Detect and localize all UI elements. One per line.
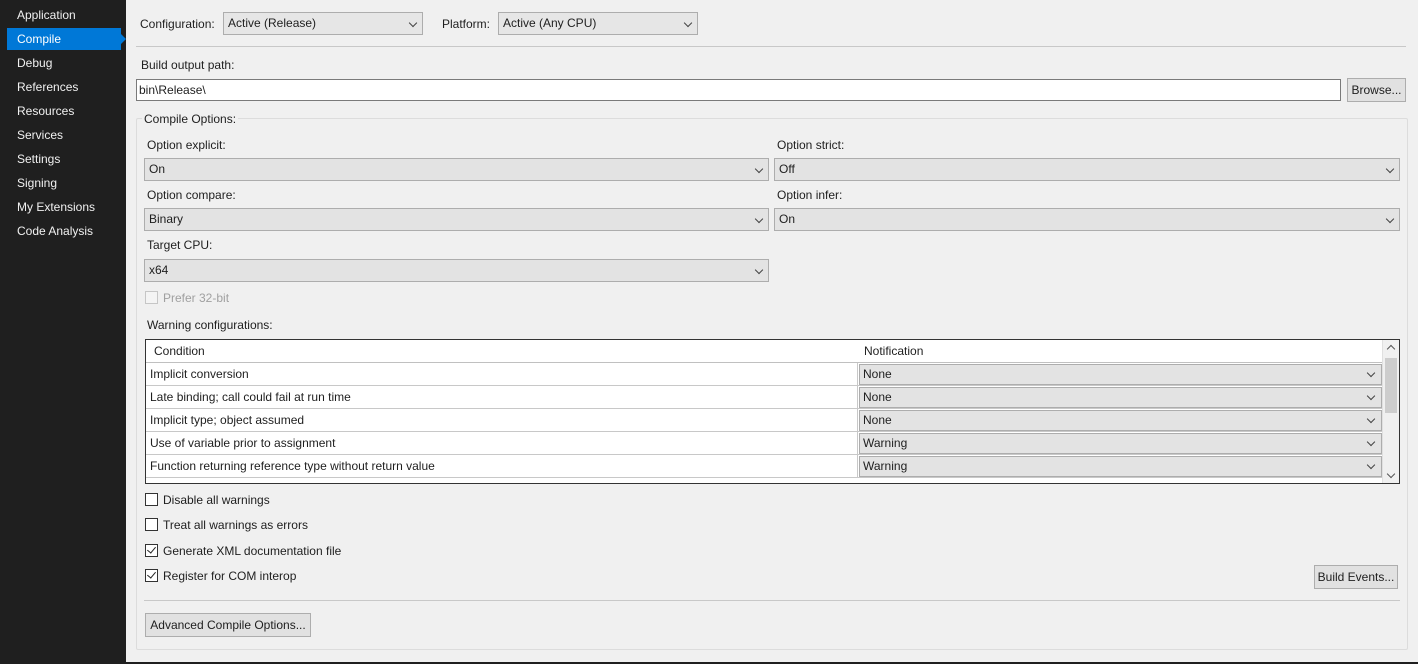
option-infer-select[interactable]: On bbox=[774, 208, 1400, 231]
option-explicit-select[interactable]: On bbox=[144, 158, 769, 181]
option-strict-label: Option strict: bbox=[777, 138, 845, 152]
option-strict-value: Off bbox=[779, 162, 795, 176]
notification-select[interactable]: Warning bbox=[859, 456, 1382, 477]
scroll-down-icon[interactable] bbox=[1386, 469, 1396, 479]
prefer-32bit-checkbox[interactable] bbox=[145, 291, 158, 304]
warnings-grid: Condition Notification Implicit conversi… bbox=[145, 339, 1400, 484]
option-infer-label: Option infer: bbox=[777, 188, 843, 202]
option-explicit-label: Option explicit: bbox=[147, 138, 226, 152]
table-row: Use of variable prior to assignment Warn… bbox=[146, 432, 1382, 455]
build-output-input[interactable]: bin\Release\ bbox=[136, 79, 1341, 101]
notification-value: None bbox=[863, 390, 892, 404]
compile-page: Configuration: Active (Release) Platform… bbox=[126, 0, 1418, 662]
option-strict-select[interactable]: Off bbox=[774, 158, 1400, 181]
header-divider bbox=[136, 46, 1406, 47]
chevron-down-icon bbox=[754, 214, 764, 224]
chevron-down-icon bbox=[754, 265, 764, 275]
configuration-select[interactable]: Active (Release) bbox=[223, 12, 423, 35]
condition-cell: Implicit type; object assumed bbox=[146, 409, 858, 431]
notification-value: Warning bbox=[863, 436, 908, 450]
condition-cell: Implicit conversion bbox=[146, 363, 858, 385]
grid-vertical-scrollbar[interactable] bbox=[1382, 340, 1399, 483]
sidebar-item-code-analysis[interactable]: Code Analysis bbox=[7, 220, 121, 242]
prefer-32bit-label: Prefer 32-bit bbox=[163, 291, 230, 305]
notification-value: None bbox=[863, 413, 892, 427]
target-cpu-select[interactable]: x64 bbox=[144, 259, 769, 282]
chevron-down-icon bbox=[1385, 214, 1395, 224]
option-infer-value: On bbox=[779, 212, 796, 226]
notification-select[interactable]: None bbox=[859, 364, 1382, 385]
notification-value: Warning bbox=[863, 459, 908, 473]
build-output-label: Build output path: bbox=[141, 58, 235, 72]
chevron-down-icon bbox=[1385, 164, 1395, 174]
chevron-down-icon bbox=[1366, 391, 1376, 401]
sidebar-item-services[interactable]: Services bbox=[7, 124, 121, 146]
sidebar-item-my-extensions[interactable]: My Extensions bbox=[7, 196, 121, 218]
column-header-notification[interactable]: Notification bbox=[856, 340, 923, 362]
sidebar-item-resources[interactable]: Resources bbox=[7, 100, 121, 122]
sidebar-item-application[interactable]: Application bbox=[7, 4, 121, 26]
compile-options-label: Compile Options: bbox=[142, 112, 239, 126]
chevron-down-icon bbox=[754, 164, 764, 174]
bottom-divider bbox=[144, 600, 1400, 601]
option-compare-label: Option compare: bbox=[147, 188, 236, 202]
disable-all-warnings-checkbox[interactable] bbox=[145, 493, 158, 506]
scroll-up-icon[interactable] bbox=[1386, 344, 1396, 354]
target-cpu-value: x64 bbox=[149, 263, 169, 277]
sidebar-item-signing[interactable]: Signing bbox=[7, 172, 121, 194]
disable-all-warnings-label: Disable all warnings bbox=[163, 493, 270, 507]
platform-value: Active (Any CPU) bbox=[503, 16, 597, 30]
warning-configurations-label: Warning configurations: bbox=[147, 318, 273, 332]
grid-header: Condition Notification bbox=[146, 340, 1382, 363]
notification-value: None bbox=[863, 367, 892, 381]
column-header-condition[interactable]: Condition bbox=[146, 340, 205, 362]
checkmark-icon bbox=[147, 569, 156, 579]
chevron-down-icon bbox=[1366, 437, 1376, 447]
table-row: Function returning reference type withou… bbox=[146, 455, 1382, 478]
browse-button[interactable]: Browse... bbox=[1347, 78, 1406, 102]
register-com-interop-label: Register for COM interop bbox=[163, 569, 297, 583]
option-compare-select[interactable]: Binary bbox=[144, 208, 769, 231]
scroll-thumb[interactable] bbox=[1385, 358, 1397, 413]
table-row: Implicit type; object assumed None bbox=[146, 409, 1382, 432]
notification-select[interactable]: Warning bbox=[859, 433, 1382, 454]
sidebar-item-references[interactable]: References bbox=[7, 76, 121, 98]
notification-select[interactable]: None bbox=[859, 387, 1382, 408]
generate-xml-doc-label: Generate XML documentation file bbox=[163, 544, 342, 558]
sidebar-item-settings[interactable]: Settings bbox=[7, 148, 121, 170]
condition-cell: Late binding; call could fail at run tim… bbox=[146, 386, 858, 408]
platform-label: Platform: bbox=[442, 17, 491, 31]
option-explicit-value: On bbox=[149, 162, 166, 176]
chevron-down-icon bbox=[408, 18, 418, 28]
configuration-value: Active (Release) bbox=[228, 16, 317, 30]
target-cpu-label: Target CPU: bbox=[147, 238, 213, 252]
table-row: Implicit conversion None bbox=[146, 363, 1382, 386]
notification-select[interactable]: None bbox=[859, 410, 1382, 431]
chevron-down-icon bbox=[1366, 460, 1376, 470]
chevron-down-icon bbox=[683, 18, 693, 28]
condition-cell: Use of variable prior to assignment bbox=[146, 432, 858, 454]
register-com-interop-checkbox[interactable] bbox=[145, 569, 158, 582]
sidebar-item-debug[interactable]: Debug bbox=[7, 52, 121, 74]
treat-warnings-as-errors-label: Treat all warnings as errors bbox=[163, 518, 308, 532]
build-events-button[interactable]: Build Events... bbox=[1314, 565, 1398, 589]
chevron-down-icon bbox=[1366, 414, 1376, 424]
configuration-label: Configuration: bbox=[140, 17, 215, 31]
condition-cell: Function returning reference type withou… bbox=[146, 455, 858, 477]
option-compare-value: Binary bbox=[149, 212, 184, 226]
sidebar: Application Compile Debug References Res… bbox=[0, 0, 126, 664]
sidebar-item-compile[interactable]: Compile bbox=[7, 28, 126, 50]
generate-xml-doc-checkbox[interactable] bbox=[145, 544, 158, 557]
table-row: Late binding; call could fail at run tim… bbox=[146, 386, 1382, 409]
chevron-down-icon bbox=[1366, 368, 1376, 378]
platform-select[interactable]: Active (Any CPU) bbox=[498, 12, 698, 35]
advanced-compile-options-button[interactable]: Advanced Compile Options... bbox=[145, 613, 311, 637]
treat-warnings-as-errors-checkbox[interactable] bbox=[145, 518, 158, 531]
checkmark-icon bbox=[147, 544, 156, 554]
